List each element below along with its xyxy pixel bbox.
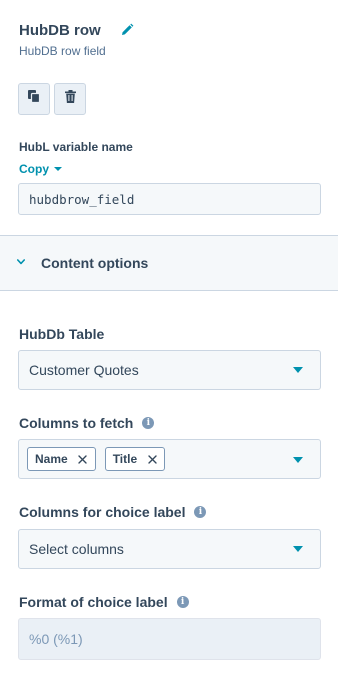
choice-label-columns-label: Columns for choice label i	[19, 504, 207, 520]
dropdown-caret-icon	[293, 367, 303, 373]
delete-button[interactable]	[54, 83, 86, 115]
content-options-title: Content options	[41, 255, 149, 271]
hubdb-table-value: Customer Quotes	[29, 362, 139, 378]
choice-label-columns-select[interactable]: Select columns	[18, 529, 321, 569]
info-icon[interactable]: i	[142, 417, 155, 429]
columns-to-fetch-label: Columns to fetch i	[19, 415, 155, 431]
close-icon[interactable]	[78, 454, 88, 464]
tag-title: Title	[104, 447, 166, 471]
content-options-toggle[interactable]: Content options	[0, 235, 338, 291]
choice-label-columns-label-text: Columns for choice label	[19, 504, 186, 520]
tag-name: Name	[27, 447, 96, 471]
field-title: HubDB row	[19, 21, 101, 39]
dropdown-caret-icon	[293, 546, 303, 552]
choice-label-format-label: Format of choice label i	[19, 594, 189, 610]
hubl-variable-input[interactable]: hubdbrow_field	[18, 183, 321, 215]
close-icon[interactable]	[147, 454, 157, 464]
tag-label: Title	[112, 452, 138, 466]
chevron-down-icon	[17, 259, 25, 267]
hubl-variable-label: HubL variable name	[19, 140, 133, 154]
field-subtitle: HubDB row field	[19, 44, 106, 58]
field-title-row: HubDB row	[19, 20, 135, 40]
hubdb-table-label-text: HubDb Table	[19, 326, 105, 342]
clone-button[interactable]	[18, 83, 50, 115]
copy-icon	[28, 90, 41, 108]
caret-down-icon	[54, 167, 62, 171]
copy-dropdown[interactable]: Copy	[19, 162, 62, 176]
choice-label-format-label-text: Format of choice label	[19, 594, 168, 610]
field-editor-panel: HubDB row HubDB row field HubL variable …	[0, 0, 338, 678]
columns-to-fetch-select[interactable]: Name Title	[18, 439, 321, 479]
info-icon[interactable]: i	[194, 506, 207, 518]
columns-to-fetch-label-text: Columns to fetch	[19, 415, 134, 431]
dropdown-caret-icon	[293, 457, 303, 463]
choice-label-format-input[interactable]: %0 (%1)	[18, 618, 321, 660]
info-icon[interactable]: i	[176, 596, 189, 608]
trash-icon	[64, 90, 76, 108]
copy-dropdown-label: Copy	[19, 162, 49, 176]
hubdb-table-select[interactable]: Customer Quotes	[18, 350, 321, 390]
choice-label-columns-placeholder: Select columns	[29, 541, 124, 557]
hubdb-table-label: HubDb Table	[19, 326, 104, 342]
pencil-icon[interactable]	[119, 22, 135, 38]
tag-label: Name	[35, 452, 68, 466]
